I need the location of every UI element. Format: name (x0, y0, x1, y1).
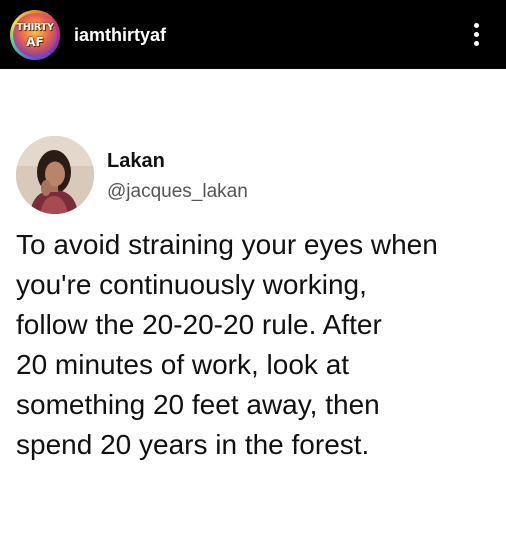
more-options-button[interactable] (466, 20, 486, 50)
account-avatar-logo: THIRTY AF (13, 13, 57, 57)
account-username[interactable]: iamthirtyaf (74, 25, 166, 45)
tweet-body-text: To avoid straining your eyes when you're… (16, 229, 438, 460)
more-dot (474, 41, 479, 46)
instagram-post-header: THIRTY AF iamthirtyaf (0, 0, 506, 69)
tweet-author-avatar[interactable] (16, 136, 94, 214)
more-dot (474, 23, 479, 28)
author-photo (16, 136, 94, 214)
more-dot (474, 32, 479, 37)
account-avatar[interactable]: THIRTY AF (10, 10, 60, 60)
tweet-author-name[interactable]: Lakan (107, 150, 165, 172)
tweet-author-handle[interactable]: @jacques_lakan (107, 181, 248, 203)
avatar-logo-text-line2: AF (26, 35, 44, 49)
avatar-logo-text-line1: THIRTY (16, 22, 54, 33)
